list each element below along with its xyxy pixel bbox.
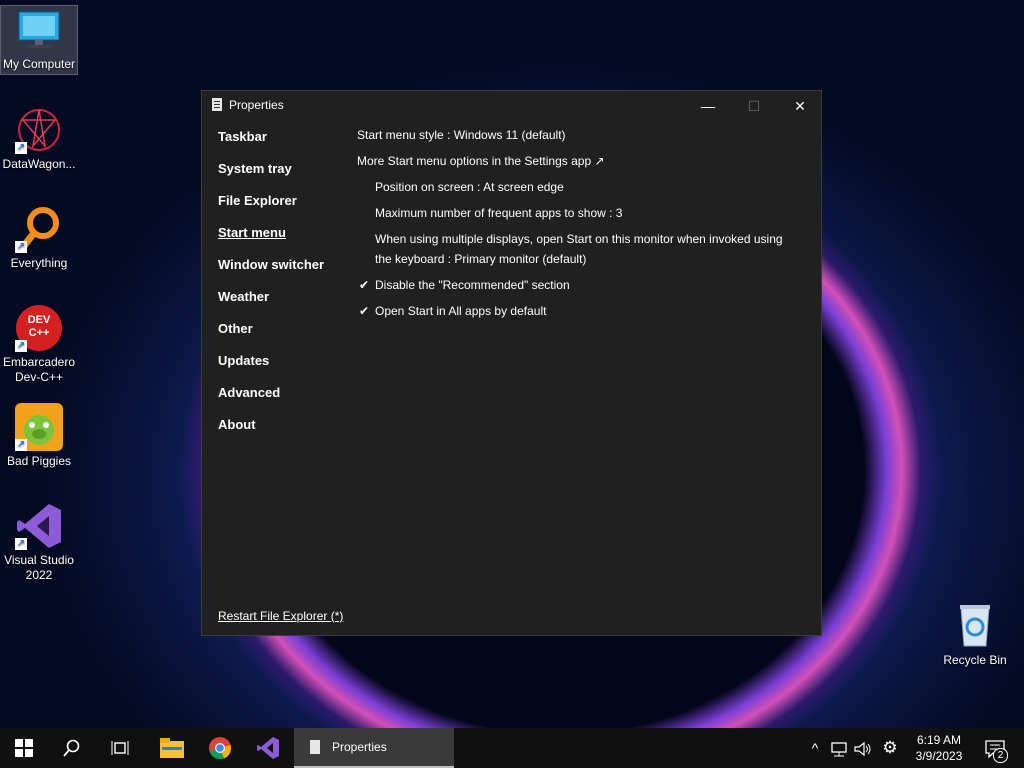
monitor-icon (15, 6, 63, 54)
volume-icon[interactable] (852, 728, 874, 768)
search-icon[interactable] (48, 728, 96, 768)
shortcut-arrow-icon: ↗ (15, 142, 27, 154)
gear-icon[interactable]: ⚙ (878, 728, 902, 768)
checkmark-icon: ✔ (359, 304, 370, 318)
network-icon[interactable] (828, 728, 850, 768)
desktop-icon-label: Visual Studio 2022 (4, 553, 74, 582)
windows-logo-icon[interactable] (0, 728, 48, 768)
nav-item-about[interactable]: About (218, 417, 348, 449)
nav-item-other[interactable]: Other (218, 321, 348, 353)
bad-piggies-icon: ↗ (15, 403, 63, 451)
system-clock[interactable]: 6:19 AM 3/9/2023 (906, 732, 972, 764)
taskbar: Properties ^ ⚙ 6:19 AM 3/9/2023 2 (0, 728, 1024, 768)
clock-date: 3/9/2023 (915, 749, 963, 763)
desktop-icon-label: Everything (10, 256, 68, 270)
devcpp-icon: DEV C++ ↗ (15, 304, 63, 352)
setting-disable-recommended[interactable]: ✔ Disable the "Recommended" section (357, 275, 797, 295)
close-button[interactable]: ✕ (777, 91, 823, 121)
shortcut-arrow-icon: ↗ (15, 340, 27, 352)
setting-label: Disable the "Recommended" section (375, 278, 570, 292)
settings-nav: Taskbar System tray File Explorer Start … (218, 129, 348, 449)
setting-start-menu-style[interactable]: Start menu style : Windows 11 (default) (357, 125, 797, 145)
nav-item-weather[interactable]: Weather (218, 289, 348, 321)
maximize-button[interactable]: ☐ (731, 91, 777, 121)
minimize-button[interactable]: — (685, 91, 731, 121)
setting-position-on-screen[interactable]: Position on screen : At screen edge (357, 177, 797, 197)
desktop-icon-label: Bad Piggies (6, 454, 72, 468)
nav-item-system-tray[interactable]: System tray (218, 161, 348, 193)
setting-open-all-apps[interactable]: ✔ Open Start in All apps by default (357, 301, 797, 321)
nav-item-start-menu[interactable]: Start menu (218, 225, 348, 257)
task-label: Properties (332, 740, 387, 754)
show-hidden-icons-chevron[interactable]: ^ (806, 728, 824, 768)
nav-item-updates[interactable]: Updates (218, 353, 348, 385)
setting-more-start-options-link[interactable]: More Start menu options in the Settings … (357, 151, 797, 171)
checkmark-icon: ✔ (359, 278, 370, 292)
file-explorer-icon[interactable] (148, 728, 196, 768)
notifications-count-badge: 2 (993, 748, 1008, 763)
desktop-icon-bad-piggies[interactable]: ↗ Bad Piggies (1, 403, 77, 469)
setting-max-frequent-apps[interactable]: Maximum number of frequent apps to show … (357, 203, 797, 223)
nav-item-advanced[interactable]: Advanced (218, 385, 348, 417)
chrome-icon[interactable] (196, 728, 244, 768)
setting-label: Open Start in All apps by default (375, 304, 547, 318)
desktop-icon-everything[interactable]: ↗ Everything (1, 205, 77, 271)
task-view-icon[interactable] (96, 728, 144, 768)
desktop-icon-my-computer[interactable]: My Computer (0, 5, 78, 75)
notifications-icon[interactable]: 2 (978, 728, 1012, 768)
visual-studio-taskbar-icon[interactable] (244, 728, 292, 768)
setting-multi-display-monitor[interactable]: When using multiple displays, open Start… (357, 229, 797, 269)
shortcut-arrow-icon: ↗ (15, 439, 27, 451)
restart-file-explorer-link[interactable]: Restart File Explorer (*) (218, 609, 343, 623)
visual-studio-icon: ↗ (15, 502, 63, 550)
datawagon-icon: ↗ (15, 106, 63, 154)
desktop-icon-devcpp[interactable]: DEV C++ ↗ Embarcadero Dev-C++ (1, 304, 77, 385)
clock-time: 6:19 AM (916, 733, 962, 747)
desktop-icon-label: DataWagon... (2, 157, 76, 171)
desktop-icon-label: Recycle Bin (943, 653, 1007, 667)
nav-item-taskbar[interactable]: Taskbar (218, 129, 348, 161)
taskbar-task-properties[interactable]: Properties (294, 728, 454, 768)
properties-app-icon (212, 98, 222, 111)
desktop-icon-label: My Computer (2, 57, 76, 71)
shortcut-arrow-icon: ↗ (15, 241, 27, 253)
desktop-icon-label: Embarcadero Dev-C++ (2, 355, 76, 384)
start-menu-settings: Start menu style : Windows 11 (default) … (357, 125, 797, 327)
properties-window: Properties — ☐ ✕ Taskbar System tray Fil… (201, 90, 822, 636)
desktop-icon-visual-studio[interactable]: ↗ Visual Studio 2022 (1, 502, 77, 583)
properties-app-icon (310, 740, 320, 754)
window-title: Properties (229, 98, 284, 112)
nav-item-file-explorer[interactable]: File Explorer (218, 193, 348, 225)
search-magnifier-icon: ↗ (15, 205, 63, 253)
desktop-icon-recycle-bin[interactable]: Recycle Bin (937, 602, 1013, 668)
devcpp-badge: DEV C++ (27, 314, 51, 339)
desktop-icon-datawagon[interactable]: ↗ DataWagon... (1, 106, 77, 172)
shortcut-arrow-icon: ↗ (15, 538, 27, 550)
title-bar[interactable]: Properties — ☐ ✕ (202, 91, 821, 121)
recycle-bin-icon (951, 602, 999, 650)
nav-item-window-switcher[interactable]: Window switcher (218, 257, 348, 289)
